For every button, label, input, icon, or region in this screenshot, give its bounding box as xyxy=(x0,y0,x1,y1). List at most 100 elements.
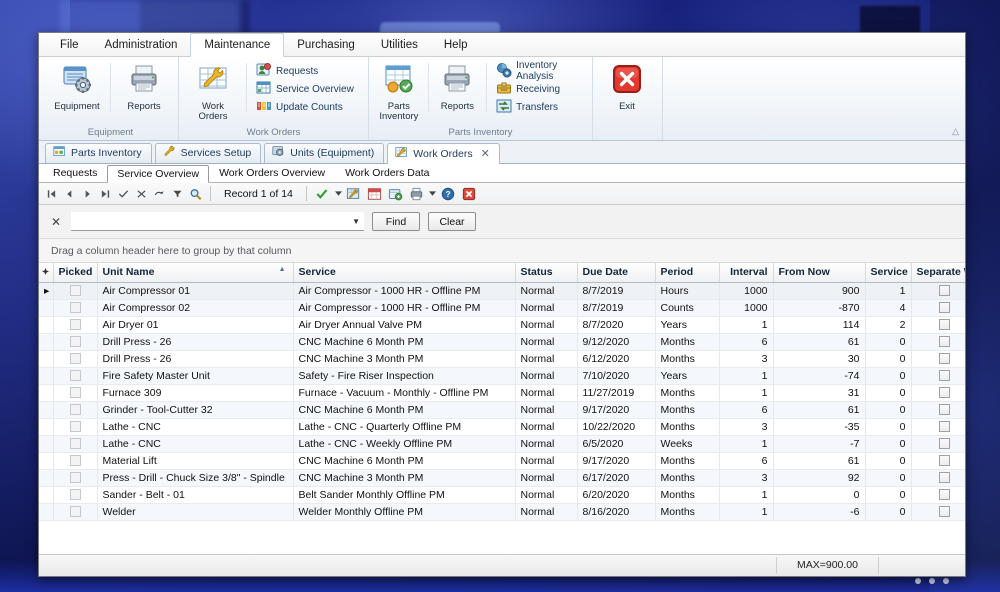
menu-item-administration[interactable]: Administration xyxy=(92,33,191,56)
group-by-drop-area[interactable]: Drag a column header here to group by th… xyxy=(39,239,965,263)
picked-checkbox[interactable] xyxy=(69,285,81,297)
tab-work-orders[interactable]: Work Orders ✕ xyxy=(387,143,500,164)
checkmark-dropdown-icon[interactable] xyxy=(334,185,343,203)
picked-checkbox[interactable] xyxy=(69,387,81,399)
column-header-unit-name[interactable]: Unit Name ▲ xyxy=(97,263,294,283)
separate-wo-checkbox-cell[interactable] xyxy=(911,435,965,453)
tab-units-equipment[interactable]: Units (Equipment) xyxy=(264,143,385,163)
separate-wo-checkbox[interactable] xyxy=(938,387,950,399)
picked-checkbox-cell[interactable] xyxy=(53,384,98,402)
first-record-button[interactable] xyxy=(43,185,60,203)
separate-wo-checkbox[interactable] xyxy=(938,489,950,501)
menu-item-purchasing[interactable]: Purchasing xyxy=(284,33,368,56)
picked-checkbox-cell[interactable] xyxy=(53,486,98,504)
chevron-down-icon[interactable]: ▼ xyxy=(352,217,360,226)
subtab-requests[interactable]: Requests xyxy=(43,164,107,182)
separate-wo-checkbox[interactable] xyxy=(938,421,950,433)
separate-wo-checkbox-cell[interactable] xyxy=(911,503,965,521)
separate-wo-checkbox-cell[interactable] xyxy=(911,486,965,504)
ribbon-button-inventory-analysis[interactable]: Inventory Analysis xyxy=(494,60,586,82)
previous-record-button[interactable] xyxy=(61,185,78,203)
last-record-button[interactable] xyxy=(97,185,114,203)
separate-wo-checkbox[interactable] xyxy=(938,285,950,297)
column-header-picked[interactable]: Picked xyxy=(53,263,98,283)
separate-wo-checkbox-cell[interactable] xyxy=(911,418,965,436)
separate-wo-checkbox[interactable] xyxy=(938,370,950,382)
picked-checkbox[interactable] xyxy=(69,506,81,518)
picked-checkbox[interactable] xyxy=(69,319,81,331)
edit-service-icon[interactable] xyxy=(344,185,364,203)
clear-button[interactable]: Clear xyxy=(428,212,476,231)
subtab-work-orders-data[interactable]: Work Orders Data xyxy=(335,164,439,182)
column-header-due-date[interactable]: Due Date xyxy=(577,263,656,283)
picked-checkbox-cell[interactable] xyxy=(53,367,98,385)
ribbon-button-equipment-reports[interactable]: Reports xyxy=(114,59,174,112)
picked-checkbox[interactable] xyxy=(69,336,81,348)
picked-checkbox-cell[interactable] xyxy=(53,316,98,334)
column-header-status[interactable]: Status xyxy=(515,263,578,283)
search-combo[interactable]: ▼ xyxy=(71,212,364,231)
picked-checkbox[interactable] xyxy=(69,404,81,416)
print-icon[interactable] xyxy=(407,185,427,203)
table-row[interactable]: Welder Welder Monthly Offline PM Normal 8/1… xyxy=(39,503,965,521)
separate-wo-checkbox-cell[interactable] xyxy=(911,452,965,470)
filter-button[interactable] xyxy=(169,185,186,203)
picked-checkbox-cell[interactable] xyxy=(53,401,98,419)
help-icon[interactable]: ? xyxy=(438,185,458,203)
picked-checkbox-cell[interactable] xyxy=(53,333,98,351)
separate-wo-checkbox-cell[interactable] xyxy=(911,401,965,419)
separate-wo-checkbox[interactable] xyxy=(938,404,950,416)
picked-checkbox[interactable] xyxy=(69,455,81,467)
table-row[interactable]: Drill Press - 26 CNC Machine 6 Month PM No… xyxy=(39,333,965,351)
ribbon-button-parts-inventory[interactable]: Parts Inventory xyxy=(373,59,425,122)
table-row[interactable]: Furnace 309 Furnace - Vacuum - Monthly - … xyxy=(39,384,965,402)
picked-checkbox-cell[interactable] xyxy=(53,282,98,300)
separate-wo-checkbox-cell[interactable] xyxy=(911,469,965,487)
next-record-button[interactable] xyxy=(79,185,96,203)
separate-wo-checkbox[interactable] xyxy=(938,438,950,450)
ribbon-button-service-overview[interactable]: Service Overview xyxy=(254,80,358,98)
search-grid-button[interactable] xyxy=(187,185,204,203)
post-edit-button[interactable] xyxy=(115,185,132,203)
picked-checkbox[interactable] xyxy=(69,421,81,433)
export-icon[interactable] xyxy=(386,185,406,203)
table-row[interactable]: Lathe - CNC Lathe - CNC - Quarterly Offli… xyxy=(39,418,965,436)
table-row[interactable]: Sander - Belt - 01 Belt Sander Monthly Of… xyxy=(39,486,965,504)
table-row[interactable]: Grinder - Tool-Cutter 32 CNC Machine 6 Mo… xyxy=(39,401,965,419)
ribbon-button-transfers[interactable]: Transfers xyxy=(494,98,586,116)
column-header-separate-wo[interactable]: Separate WO xyxy=(911,263,965,283)
separate-wo-checkbox[interactable] xyxy=(938,319,950,331)
picked-checkbox-cell[interactable] xyxy=(53,435,98,453)
separate-wo-checkbox-cell[interactable] xyxy=(911,316,965,334)
picked-checkbox-cell[interactable] xyxy=(53,503,98,521)
menu-item-file[interactable]: File xyxy=(47,33,92,56)
find-button[interactable]: Find xyxy=(372,212,420,231)
table-row[interactable]: Lathe - CNC Lathe - CNC - Weekly Offline … xyxy=(39,435,965,453)
separate-wo-checkbox[interactable] xyxy=(938,302,950,314)
separate-wo-checkbox[interactable] xyxy=(938,353,950,365)
table-row[interactable]: Drill Press - 26 CNC Machine 3 Month PM No… xyxy=(39,350,965,368)
search-input[interactable] xyxy=(71,212,364,230)
menu-item-utilities[interactable]: Utilities xyxy=(368,33,431,56)
table-row[interactable]: Material Lift CNC Machine 6 Month PM Norma… xyxy=(39,452,965,470)
close-red-icon[interactable] xyxy=(459,185,479,203)
refresh-button[interactable] xyxy=(151,185,168,203)
picked-checkbox-cell[interactable] xyxy=(53,299,98,317)
separate-wo-checkbox-cell[interactable] xyxy=(911,350,965,368)
picked-checkbox-cell[interactable] xyxy=(53,418,98,436)
ribbon-button-work-orders[interactable]: Work Orders xyxy=(183,59,243,122)
print-dropdown-icon[interactable] xyxy=(428,185,437,203)
picked-checkbox[interactable] xyxy=(69,302,81,314)
table-row[interactable]: ▸ Air Compressor 01 Air Compressor - 1000 … xyxy=(39,282,965,300)
separate-wo-checkbox[interactable] xyxy=(938,336,950,348)
picked-checkbox[interactable] xyxy=(69,370,81,382)
separate-wo-checkbox-cell[interactable] xyxy=(911,282,965,300)
column-header-interval[interactable]: Interval xyxy=(719,263,774,283)
picked-checkbox-cell[interactable] xyxy=(53,350,98,368)
calendar-icon[interactable] xyxy=(365,185,385,203)
cancel-edit-button[interactable] xyxy=(133,185,150,203)
ribbon-collapse-icon[interactable]: △ xyxy=(952,126,959,137)
picked-checkbox[interactable] xyxy=(69,472,81,484)
ribbon-button-parts-reports[interactable]: Reports xyxy=(432,59,484,112)
separate-wo-checkbox[interactable] xyxy=(938,506,950,518)
